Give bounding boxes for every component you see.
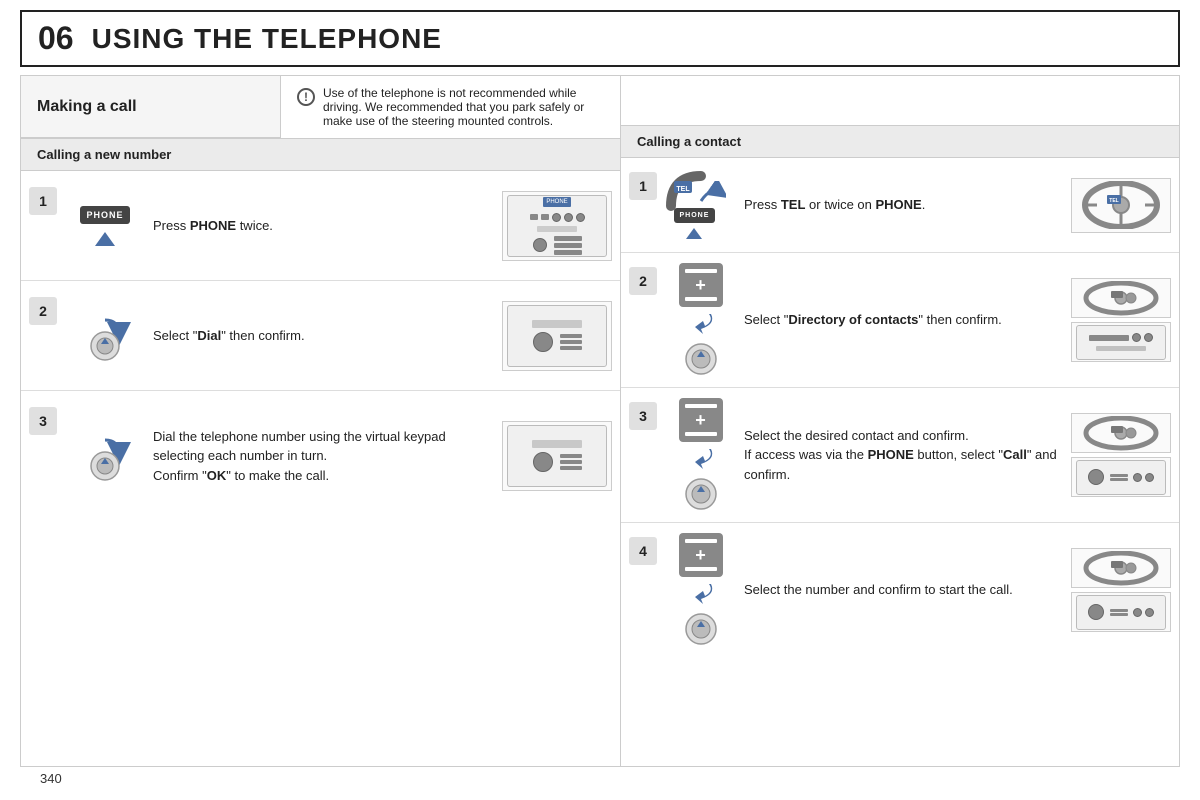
right-step-1-images: TEL (1071, 178, 1171, 233)
step-2-icon (65, 310, 145, 362)
step-2-text: Select "Dial" then confirm. (153, 326, 494, 346)
right-step-4-text: Select the number and confirm to start t… (744, 580, 1065, 600)
knob-small-3-icon (683, 611, 719, 647)
warning-icon: ! (297, 88, 315, 106)
left-step-2: 2 (21, 281, 620, 391)
step-2-image (502, 301, 612, 371)
right-step-1-image-steering: TEL (1071, 178, 1171, 233)
right-step-1-text: Press TEL or twice on PHONE. (744, 195, 1065, 215)
right-step-3-image-steering (1071, 413, 1171, 453)
right-step-2-text: Select "Directory of contacts" then conf… (744, 310, 1065, 330)
right-spacer (621, 76, 1179, 126)
left-step-1: 1 PHONE Press PHONE twice. (21, 171, 620, 281)
right-step-3-image-headunit (1071, 457, 1171, 497)
step-1-image: PHONE (502, 191, 612, 261)
right-step-number-3: 3 (629, 402, 657, 430)
page-number: 340 (20, 761, 82, 796)
phone-button-icon: PHONE (80, 206, 129, 224)
step-number-2: 2 (29, 297, 57, 325)
warning-text: Use of the telephone is not recommended … (323, 86, 604, 128)
right-step-2-images (1071, 278, 1171, 362)
step-1-icon: PHONE (65, 206, 145, 246)
right-subsection-title: Calling a contact (637, 134, 741, 149)
making-call-section: Making a call ! Use of the telephone is … (21, 76, 620, 139)
chapter-number: 06 (38, 20, 74, 57)
warning-note: ! Use of the telephone is not recommende… (281, 76, 620, 138)
left-subsection-title: Calling a new number (37, 147, 171, 162)
making-call-title: Making a call (37, 98, 137, 116)
right-step-2: 2 + (621, 253, 1179, 388)
right-step-1: 1 TEL (621, 158, 1179, 253)
steering-3-svg (1081, 416, 1161, 451)
rotary-knob-2-icon (79, 430, 131, 482)
left-steps: 1 PHONE Press PHONE twice. (21, 171, 620, 766)
chapter-title: USING THE TELEPHONE (92, 23, 442, 55)
svg-text:TEL: TEL (676, 186, 690, 193)
main-content: Making a call ! Use of the telephone is … (20, 75, 1180, 767)
step-3-text: Dial the telephone number using the virt… (153, 427, 494, 486)
making-call-header: Making a call (21, 76, 281, 138)
page-footer: 340 (20, 767, 1180, 790)
step-3-icon (65, 430, 145, 482)
right-step-number-1: 1 (629, 172, 657, 200)
right-step-4-images (1071, 548, 1171, 632)
arrow-up-icon (95, 232, 115, 246)
scroll-arrow-icon (681, 309, 721, 339)
right-step-4-image-headunit (1071, 592, 1171, 632)
svg-text:TEL: TEL (1109, 198, 1118, 204)
tel-arrow-icon (696, 181, 726, 206)
right-step-number-4: 4 (629, 537, 657, 565)
right-step-1-icon: TEL (663, 171, 738, 239)
right-panel: Calling a contact 1 TEL (621, 76, 1179, 766)
menu-button-icon: + (679, 263, 723, 307)
scroll-arrow-2-icon (681, 444, 721, 474)
steering-wheel-svg: TEL (1081, 181, 1161, 229)
left-panel: Making a call ! Use of the telephone is … (21, 76, 621, 766)
steering-4-svg (1081, 551, 1161, 586)
right-step-2-image-steering (1071, 278, 1171, 318)
right-steps: 1 TEL (621, 158, 1179, 766)
right-step-3-images (1071, 413, 1171, 497)
right-step-number-2: 2 (629, 267, 657, 295)
right-step-2-icon: + (663, 263, 738, 377)
right-step-4-icon: + (663, 533, 738, 647)
scroll-arrow-3-icon (681, 579, 721, 609)
left-subsection-header: Calling a new number (21, 139, 620, 171)
right-step-4: 4 + (621, 523, 1179, 657)
steering-2-svg (1081, 281, 1161, 316)
right-subsection-header: Calling a contact (621, 126, 1179, 158)
step-number-1: 1 (29, 187, 57, 215)
right-step-3: 3 + (621, 388, 1179, 523)
left-step-3: 3 (21, 391, 620, 521)
knob-small-2-icon (683, 476, 719, 512)
step-number-3: 3 (29, 407, 57, 435)
right-step-4-image-steering (1071, 548, 1171, 588)
rotary-knob-icon (79, 310, 131, 362)
menu-button-2-icon: + (679, 398, 723, 442)
page-header: 06 USING THE TELEPHONE (20, 10, 1180, 67)
right-step-3-icon: + (663, 398, 738, 512)
step-1-text: Press PHONE twice. (153, 216, 494, 236)
right-step-3-text: Select the desired contact and confirm. … (744, 426, 1065, 485)
menu-button-3-icon: + (679, 533, 723, 577)
knob-small-icon (683, 341, 719, 377)
right-step-2-image-headunit (1071, 322, 1171, 362)
step-3-image (502, 421, 612, 491)
